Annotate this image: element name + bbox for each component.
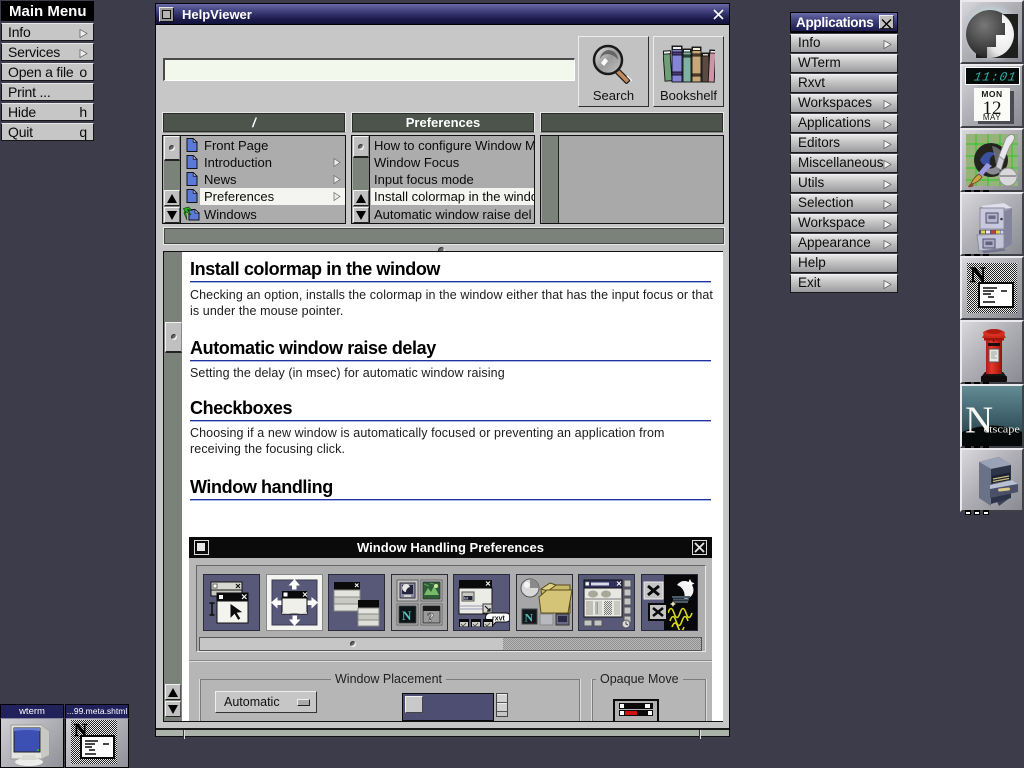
svg-text:?: ? [427,611,434,626]
svg-text:N: N [402,608,412,623]
svg-text:N: N [965,400,993,441]
svg-text:N: N [525,611,534,625]
svg-text:MAY: MAY [983,113,1001,122]
svg-text:rxvt: rxvt [492,616,506,623]
svg-text:11:01: 11:01 [973,71,1018,85]
svg-text:etscape: etscape [984,424,1020,435]
